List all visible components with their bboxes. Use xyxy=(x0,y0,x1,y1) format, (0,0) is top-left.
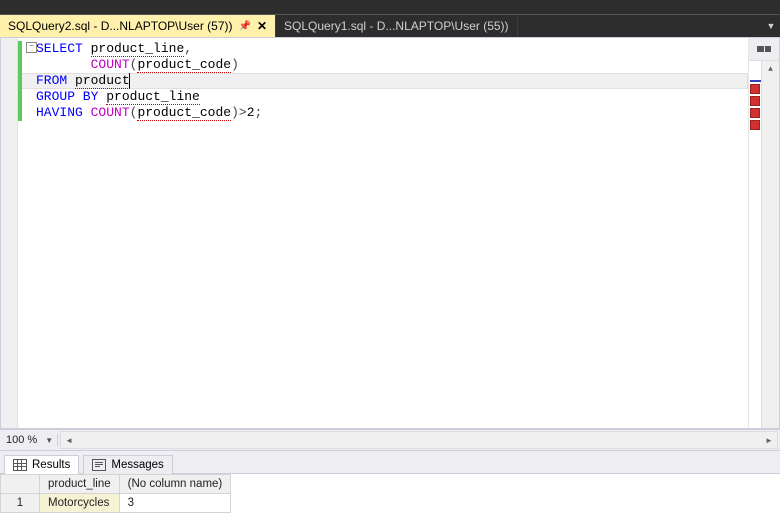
op: > xyxy=(239,105,247,120)
row-header-blank xyxy=(1,475,40,494)
ident: product_line xyxy=(106,89,200,105)
code-line-4[interactable]: GROUP BY product_line xyxy=(18,89,748,105)
results-tab-bar: Results Messages xyxy=(0,451,780,474)
toolbar-strip xyxy=(0,0,780,15)
code-line-3[interactable]: FROM product xyxy=(18,73,748,89)
tab-sqlquery2[interactable]: SQLQuery2.sql - D...NLAPTOP\User (57)) 📌… xyxy=(0,15,276,37)
split-icon xyxy=(757,46,771,52)
tab-messages[interactable]: Messages xyxy=(83,455,172,474)
results-grid[interactable]: product_line (No column name) 1 Motorcyc… xyxy=(0,474,780,526)
col-header-1[interactable]: (No column name) xyxy=(119,475,231,494)
row-index[interactable]: 1 xyxy=(1,494,40,513)
overview-ruler xyxy=(750,80,761,130)
tab-label: Results xyxy=(32,459,70,471)
punct: ) xyxy=(231,105,239,120)
fn-count: COUNT xyxy=(91,57,130,72)
cell[interactable]: 3 xyxy=(119,494,231,513)
document-tab-bar: SQLQuery2.sql - D...NLAPTOP\User (57)) 📌… xyxy=(0,15,780,37)
grid-icon xyxy=(13,459,27,471)
sql-editor: − SELECT product_line, COUNT(product_cod… xyxy=(0,37,780,429)
punct: , xyxy=(184,41,192,56)
kw-having: HAVING xyxy=(36,105,83,120)
tab-label: SQLQuery1.sql - D...NLAPTOP\User (55)) xyxy=(284,19,509,33)
ident: product_code xyxy=(137,105,231,121)
scroll-up-icon[interactable]: ▲ xyxy=(762,61,779,77)
kw-select: SELECT xyxy=(36,41,83,56)
tab-overflow-dropdown[interactable]: ▼ xyxy=(762,15,780,37)
table-header-row: product_line (No column name) xyxy=(1,475,231,494)
pin-icon[interactable]: 📌 xyxy=(239,21,251,32)
ident: product_line xyxy=(91,41,185,57)
editor-footer: 100 % ▼ ◄ ► xyxy=(0,429,780,450)
collapse-toggle-icon[interactable]: − xyxy=(26,42,37,53)
kw-from: FROM xyxy=(36,73,67,88)
app-root: SQLQuery2.sql - D...NLAPTOP\User (57)) 📌… xyxy=(0,0,780,526)
table-row[interactable]: 1 Motorcycles 3 xyxy=(1,494,231,513)
ident: product xyxy=(75,73,130,89)
split-button[interactable] xyxy=(749,38,779,61)
punct: ) xyxy=(231,57,239,72)
messages-icon xyxy=(92,459,106,471)
tab-results[interactable]: Results xyxy=(4,455,79,474)
cell[interactable]: Motorcycles xyxy=(40,494,120,513)
code-area[interactable]: − SELECT product_line, COUNT(product_cod… xyxy=(18,38,748,428)
horizontal-scrollbar[interactable]: ◄ ► xyxy=(60,431,778,449)
punct: ; xyxy=(255,105,263,120)
scroll-left-icon[interactable]: ◄ xyxy=(61,436,77,445)
num: 2 xyxy=(247,105,255,120)
fn-count: COUNT xyxy=(91,105,130,120)
code-line-5[interactable]: HAVING COUNT(product_code)>2; xyxy=(18,105,748,121)
change-indicator xyxy=(18,41,22,121)
scroll-right-icon[interactable]: ► xyxy=(761,436,777,445)
col-header-0[interactable]: product_line xyxy=(40,475,120,494)
error-marker xyxy=(750,84,760,94)
code-line-1[interactable]: SELECT product_line, xyxy=(18,41,748,57)
tab-sqlquery1[interactable]: SQLQuery1.sql - D...NLAPTOP\User (55)) xyxy=(276,15,518,37)
kw-groupby: GROUP BY xyxy=(36,89,98,104)
code-line-2[interactable]: COUNT(product_code) xyxy=(18,57,748,73)
zoom-value: 100 % xyxy=(6,434,37,446)
ident: product_code xyxy=(137,57,231,73)
editor-margin xyxy=(1,38,18,428)
close-icon[interactable]: ✕ xyxy=(257,19,267,33)
results-pane: Results Messages product_line (No column… xyxy=(0,450,780,526)
zoom-select[interactable]: 100 % ▼ xyxy=(0,434,58,446)
vertical-scrollbar[interactable]: ▲ xyxy=(761,61,779,428)
error-marker xyxy=(750,96,760,106)
error-marker xyxy=(750,120,760,130)
chevron-down-icon: ▼ xyxy=(45,436,53,445)
results-table: product_line (No column name) 1 Motorcyc… xyxy=(0,474,231,513)
error-marker xyxy=(750,108,760,118)
tab-label: Messages xyxy=(111,459,163,471)
tab-label: SQLQuery2.sql - D...NLAPTOP\User (57)) xyxy=(8,19,233,33)
